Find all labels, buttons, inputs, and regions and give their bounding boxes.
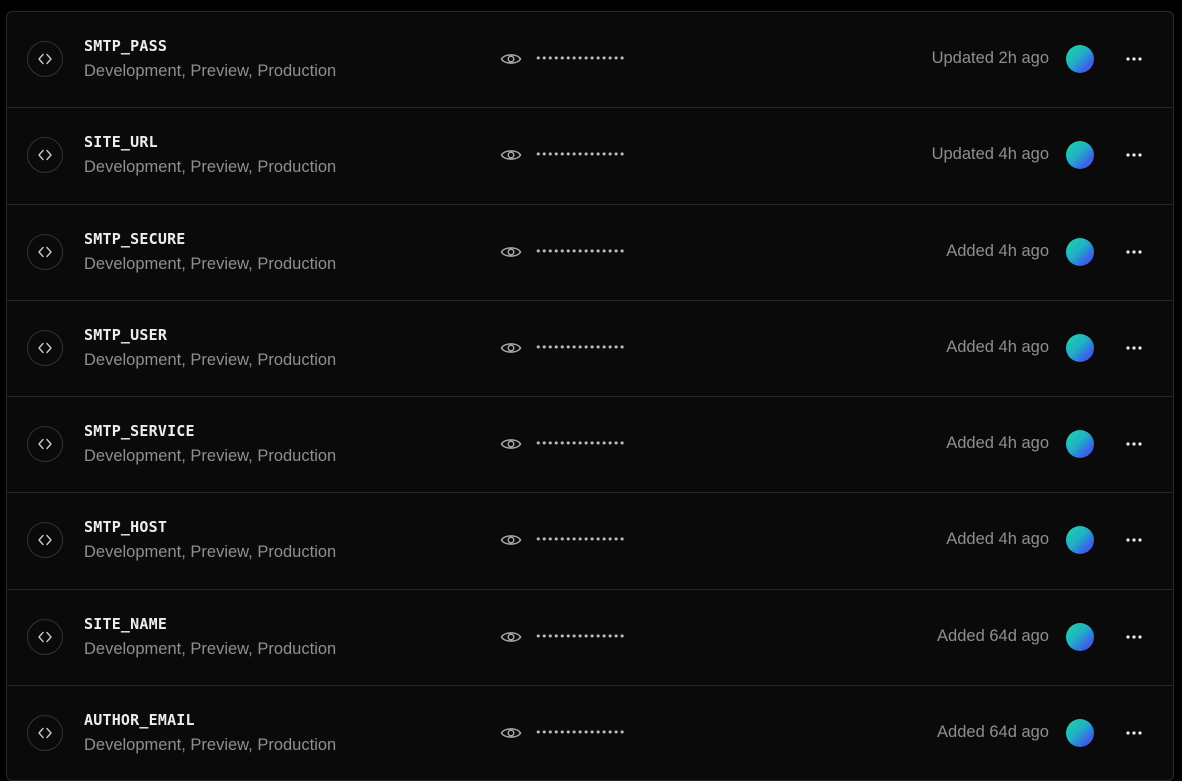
env-var-status: Added 64d ago <box>937 723 1049 742</box>
env-var-name: SMTP_HOST <box>84 518 168 537</box>
env-var-environments: Development, Preview, Production <box>84 639 337 658</box>
more-horizontal-icon[interactable] <box>1121 526 1147 554</box>
env-var-name: SITE_URL <box>84 133 158 152</box>
env-var-environments: Development, Preview, Production <box>84 350 337 369</box>
more-horizontal-icon[interactable] <box>1121 238 1147 266</box>
env-var-masked-value[interactable]: ••••••••••••••• <box>535 724 625 742</box>
env-var-name: SITE_NAME <box>84 614 168 633</box>
avatar <box>1066 237 1094 266</box>
eye-icon[interactable] <box>500 530 522 550</box>
eye-icon[interactable] <box>500 627 522 647</box>
avatar <box>1066 45 1094 73</box>
code-brackets-icon <box>27 618 63 655</box>
env-var-row: SMTP_SECURE Development, Preview, Produc… <box>7 205 1173 301</box>
env-var-status: Updated 4h ago <box>931 145 1049 164</box>
avatar <box>1066 622 1094 651</box>
env-var-masked-value[interactable]: ••••••••••••••• <box>535 146 625 164</box>
env-var-environments: Development, Preview, Production <box>84 158 337 177</box>
env-var-row: SMTP_SERVICE Development, Preview, Produ… <box>7 397 1173 494</box>
more-horizontal-icon[interactable] <box>1121 719 1147 747</box>
env-var-environments: Development, Preview, Production <box>84 736 337 755</box>
env-var-status: Added 64d ago <box>937 626 1049 645</box>
eye-icon[interactable] <box>500 49 522 69</box>
env-var-row: SMTP_HOST Development, Preview, Producti… <box>7 493 1173 590</box>
more-horizontal-icon[interactable] <box>1121 334 1147 362</box>
eye-icon[interactable] <box>500 723 522 743</box>
more-horizontal-icon[interactable] <box>1121 430 1147 458</box>
env-var-environments: Development, Preview, Production <box>84 254 337 273</box>
env-var-status: Added 4h ago <box>946 241 1049 260</box>
env-var-masked-value[interactable]: ••••••••••••••• <box>535 435 625 453</box>
avatar <box>1066 430 1094 459</box>
more-horizontal-icon[interactable] <box>1121 623 1147 651</box>
more-horizontal-icon[interactable] <box>1121 45 1147 73</box>
env-var-list: SMTP_PASS Development, Preview, Producti… <box>6 11 1174 781</box>
more-horizontal-icon[interactable] <box>1121 141 1147 169</box>
avatar <box>1066 719 1094 748</box>
avatar <box>1066 526 1094 555</box>
env-var-environments: Development, Preview, Production <box>84 447 337 466</box>
eye-icon[interactable] <box>500 338 522 358</box>
avatar <box>1066 333 1094 362</box>
env-var-environments: Development, Preview, Production <box>84 543 337 562</box>
env-var-name: SMTP_PASS <box>84 37 168 55</box>
env-var-row: AUTHOR_EMAIL Development, Preview, Produ… <box>7 686 1173 780</box>
env-var-name: AUTHOR_EMAIL <box>84 711 195 730</box>
env-var-name: SMTP_SERVICE <box>84 422 195 441</box>
env-var-row: SITE_NAME Development, Preview, Producti… <box>7 590 1173 687</box>
env-var-masked-value[interactable]: ••••••••••••••• <box>535 628 625 646</box>
env-var-environments: Development, Preview, Production <box>84 62 337 80</box>
env-var-masked-value[interactable]: ••••••••••••••• <box>535 50 625 68</box>
code-brackets-icon <box>27 522 63 559</box>
env-var-name: SMTP_USER <box>84 325 168 344</box>
env-var-row: SMTP_USER Development, Preview, Producti… <box>7 301 1173 398</box>
env-var-row: SITE_URL Development, Preview, Productio… <box>7 108 1173 205</box>
env-var-masked-value[interactable]: ••••••••••••••• <box>535 243 625 261</box>
eye-icon[interactable] <box>500 434 522 454</box>
env-var-name: SMTP_SECURE <box>84 229 186 248</box>
eye-icon[interactable] <box>500 145 522 165</box>
code-brackets-icon <box>27 137 63 174</box>
code-brackets-icon <box>27 426 63 463</box>
avatar <box>1066 141 1094 170</box>
code-brackets-icon <box>27 41 63 77</box>
env-var-status: Added 4h ago <box>946 434 1049 453</box>
env-var-status: Added 4h ago <box>946 530 1049 549</box>
code-brackets-icon <box>27 329 63 366</box>
code-brackets-icon <box>27 233 63 270</box>
env-var-masked-value[interactable]: ••••••••••••••• <box>535 339 625 357</box>
env-var-masked-value[interactable]: ••••••••••••••• <box>535 531 625 549</box>
code-brackets-icon <box>27 715 63 752</box>
env-var-status: Updated 2h ago <box>931 49 1049 67</box>
env-var-row: SMTP_PASS Development, Preview, Producti… <box>7 12 1173 109</box>
eye-icon[interactable] <box>500 242 522 262</box>
env-var-status: Added 4h ago <box>946 337 1049 356</box>
